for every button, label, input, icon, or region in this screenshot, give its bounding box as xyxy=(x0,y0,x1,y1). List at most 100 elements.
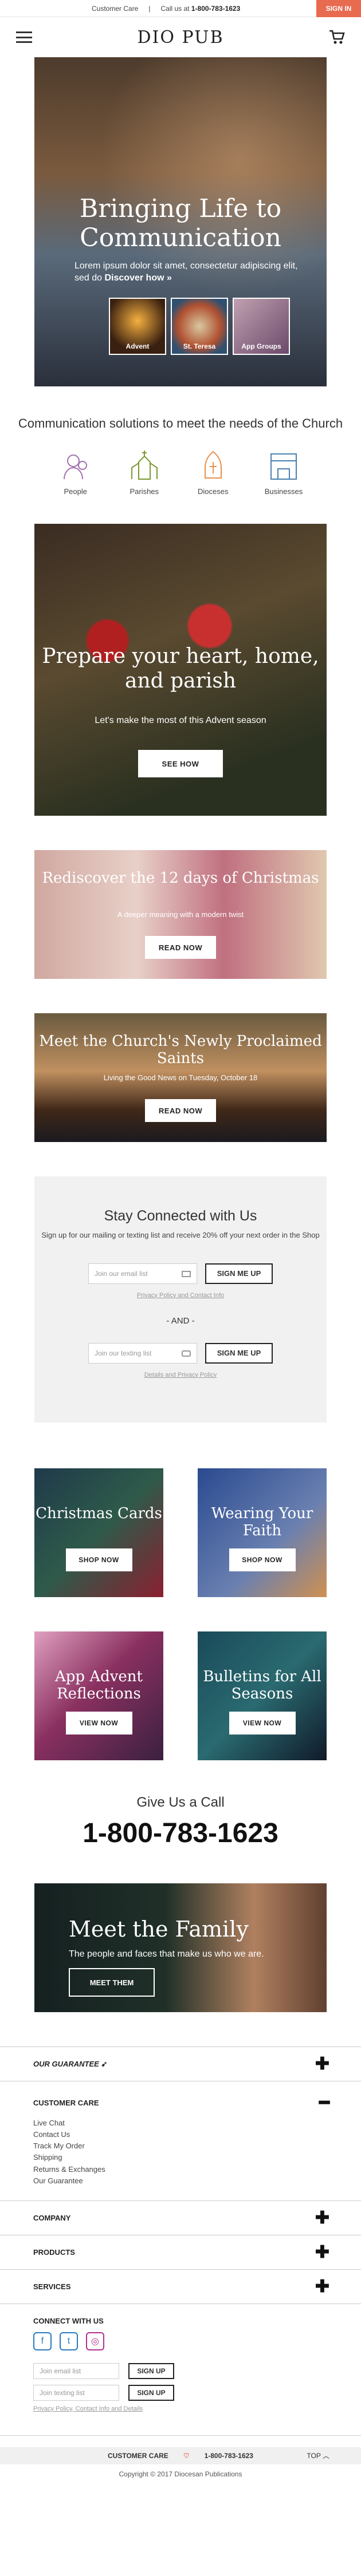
tile-title: App Advent Reflections xyxy=(54,1668,143,1702)
facebook-icon[interactable]: f xyxy=(33,2332,52,2350)
audience-people[interactable]: People xyxy=(58,448,93,496)
footer-text-form: Join texting list SIGN UP xyxy=(33,2384,328,2401)
audience-dioceses[interactable]: Dioceses xyxy=(196,448,230,496)
footer-text-signup[interactable]: SIGN UP xyxy=(128,2384,174,2401)
bottom-phone[interactable]: 1-800-783-1623 xyxy=(205,2452,253,2460)
footer-email-input[interactable]: Join email list xyxy=(33,2362,119,2379)
section-title: SERVICES xyxy=(33,2282,71,2291)
footer-link[interactable]: Track My Order xyxy=(33,2140,329,2152)
footer-guarantee[interactable]: OUR GUARANTEE ➹ ✚ xyxy=(0,2047,361,2081)
sign-in-button[interactable]: SIGN IN xyxy=(316,0,361,17)
text-placeholder: Join our texting list xyxy=(95,1349,152,1357)
footer-link[interactable]: Returns & Exchanges xyxy=(33,2164,329,2175)
christmas-subtitle: A deeper meaning with a modern twist xyxy=(117,910,244,919)
footer: OUR GUARANTEE ➹ ✚ CUSTOMER CARE ━ Live Ch… xyxy=(0,2046,361,2478)
instagram-icon[interactable]: ◎ xyxy=(86,2332,104,2350)
bottom-care-link[interactable]: CUSTOMER CARE xyxy=(108,2452,168,2460)
privacy-link[interactable]: Privacy Policy and Contact Info xyxy=(34,1292,327,1299)
footer-email-signup[interactable]: SIGN UP xyxy=(128,2362,174,2379)
footer-connect: CONNECT WITH US f t ◎ Join email list SI… xyxy=(0,2304,361,2436)
plus-icon[interactable]: ✚ xyxy=(315,2054,329,2074)
text-signup-button[interactable]: SIGN ME UP xyxy=(205,1342,273,1364)
audience-parishes[interactable]: Parishes xyxy=(127,448,162,496)
read-now-button[interactable]: READ NOW xyxy=(145,1099,216,1122)
section-title: COMPANY xyxy=(33,2213,71,2222)
footer-text-input[interactable]: Join texting list xyxy=(33,2384,119,2401)
mitre-icon xyxy=(204,451,222,479)
text-form: Join our texting list SIGN ME UP xyxy=(34,1342,327,1364)
meet-them-button[interactable]: MEET THEM xyxy=(69,1968,155,1997)
stay-connected: Stay Connected with Us Sign up for our m… xyxy=(34,1176,327,1423)
tile-bulletins[interactable]: Bulletins for All Seasons VIEW NOW xyxy=(198,1631,327,1760)
twitter-icon[interactable]: t xyxy=(60,2332,78,2350)
email-placeholder: Join our email list xyxy=(95,1269,148,1278)
bottom-bar: CUSTOMER CARE ♡ 1-800-783-1623 TOP ︿ xyxy=(0,2447,361,2464)
footer-customer-care: CUSTOMER CARE ━ Live Chat Contact Us Trac… xyxy=(0,2081,361,2201)
shop-now-button[interactable]: SHOP NOW xyxy=(229,1548,296,1571)
call-title: Give Us a Call xyxy=(136,1795,225,1810)
tile-title: Christmas Cards xyxy=(36,1505,162,1522)
footer-link[interactable]: Shipping xyxy=(33,2152,329,2163)
footer-link[interactable]: Contact Us xyxy=(33,2129,329,2140)
discover-link[interactable]: Discover how » xyxy=(105,273,172,283)
read-now-button[interactable]: READ NOW xyxy=(145,936,216,959)
footer-link[interactable]: Our Guarantee xyxy=(33,2175,329,2187)
site-logo[interactable]: DIO PUB xyxy=(137,27,223,48)
audience-businesses[interactable]: Businesses xyxy=(265,448,303,496)
view-now-button[interactable]: VIEW NOW xyxy=(229,1712,296,1735)
tile-wearing-faith[interactable]: Wearing Your Faith SHOP NOW xyxy=(198,1468,327,1597)
shop-now-button[interactable]: SHOP NOW xyxy=(65,1548,132,1571)
connect-title: CONNECT WITH US xyxy=(33,2316,104,2325)
advent-promo: Prepare your heart, home, and parish Let… xyxy=(34,524,327,816)
customer-care-list: Live Chat Contact Us Track My Order Ship… xyxy=(33,2117,329,2187)
guarantee-text: OUR GUARANTEE xyxy=(33,2059,99,2068)
stay-title: Stay Connected with Us xyxy=(104,1208,257,1224)
call-number[interactable]: 1-800-783-1623 xyxy=(0,1818,361,1849)
email-placeholder: Join email list xyxy=(40,2366,81,2375)
text-placeholder: Join texting list xyxy=(40,2388,85,2397)
see-how-button[interactable]: SEE HOW xyxy=(138,750,223,777)
plus-icon[interactable]: ✚ xyxy=(315,2208,329,2228)
email-signup-button[interactable]: SIGN ME UP xyxy=(205,1263,273,1284)
minus-icon[interactable]: ━ xyxy=(319,2093,329,2113)
church-icon xyxy=(131,450,158,480)
customer-care-header[interactable]: CUSTOMER CARE ━ xyxy=(33,2093,329,2113)
phone-link[interactable]: 1-800-783-1623 xyxy=(191,5,240,13)
view-now-button[interactable]: VIEW NOW xyxy=(65,1712,132,1735)
tile-app-advent[interactable]: App Advent Reflections VIEW NOW xyxy=(34,1631,163,1760)
audience-label: People xyxy=(64,487,87,496)
christmas-promo: Rediscover the 12 days of Christmas A de… xyxy=(34,850,327,979)
hamburger-menu-icon[interactable] xyxy=(16,31,32,43)
footer-products[interactable]: PRODUCTS ✚ xyxy=(0,2235,361,2270)
footer-services[interactable]: SERVICES ✚ xyxy=(0,2270,361,2304)
plus-icon[interactable]: ✚ xyxy=(315,2242,329,2262)
advent-title: Prepare your heart, home, and parish xyxy=(42,645,319,693)
email-input[interactable]: Join our email list xyxy=(88,1263,197,1284)
stay-desc: Sign up for our mailing or texting list … xyxy=(41,1231,320,1239)
footer-email-form: Join email list SIGN UP xyxy=(33,2362,328,2379)
top-label: TOP xyxy=(307,2452,321,2460)
footer-link[interactable]: Live Chat xyxy=(33,2117,329,2129)
saints-title: Meet the Church's Newly Proclaimed Saint… xyxy=(39,1033,322,1067)
audience-label: Parishes xyxy=(130,487,159,496)
plus-icon[interactable]: ✚ xyxy=(315,2277,329,2297)
customer-care-link[interactable]: Customer Care xyxy=(92,5,138,13)
back-to-top[interactable]: TOP ︿ xyxy=(307,2451,329,2460)
divider: | xyxy=(148,4,151,13)
thumb-advent[interactable]: Advent xyxy=(109,298,166,355)
details-link[interactable]: Details and Privacy Policy xyxy=(34,1372,327,1378)
thumb-st-teresa[interactable]: St. Teresa xyxy=(171,298,228,355)
people-icon xyxy=(63,454,87,479)
footer-company[interactable]: COMPANY ✚ xyxy=(0,2201,361,2235)
thumb-app-groups[interactable]: App Groups xyxy=(233,298,290,355)
family-subtitle: The people and faces that make us who we… xyxy=(69,1949,264,1959)
section-title: PRODUCTS xyxy=(33,2247,75,2257)
cart-icon[interactable] xyxy=(329,30,345,45)
heart-icon: ♡ xyxy=(183,2451,190,2460)
tile-title: Bulletins for All Seasons xyxy=(203,1668,321,1702)
tile-christmas-cards[interactable]: Christmas Cards SHOP NOW xyxy=(34,1468,163,1597)
text-input[interactable]: Join our texting list xyxy=(88,1342,197,1364)
feature-grid: Christmas Cards SHOP NOW Wearing Your Fa… xyxy=(34,1468,327,1760)
footer-privacy-link[interactable]: Privacy Policy, Contact Info and Details xyxy=(33,2405,328,2412)
hero-banner: Bringing Life to Communication Lorem ips… xyxy=(34,57,327,386)
